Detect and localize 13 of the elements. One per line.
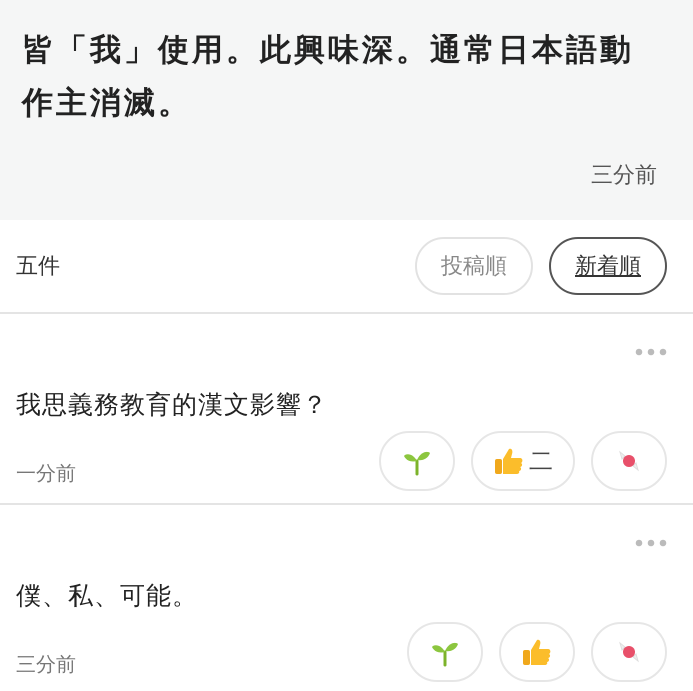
sort-button[interactable]: 投稿順 — [415, 237, 533, 295]
comment-text: 我思義務教育的漢文影響？ — [16, 389, 329, 421]
reaction-button[interactable]: 二 — [471, 431, 575, 491]
post-time: 三分前 — [591, 162, 657, 190]
sort-button[interactable]: 新着順 — [549, 237, 667, 295]
comment-time: 三分前 — [16, 650, 76, 678]
comment-text: 僕、私、可能。 — [16, 580, 199, 612]
reaction-count: 二 — [529, 446, 553, 477]
more-options-icon[interactable] — [635, 539, 667, 547]
comment-count: 五件 — [16, 253, 60, 281]
post-text: 皆「我」使用。此興味深。通常日本語動作主消滅。 — [22, 31, 635, 123]
comment-time: 一分前 — [16, 460, 76, 486]
more-options-icon[interactable] — [635, 348, 667, 356]
